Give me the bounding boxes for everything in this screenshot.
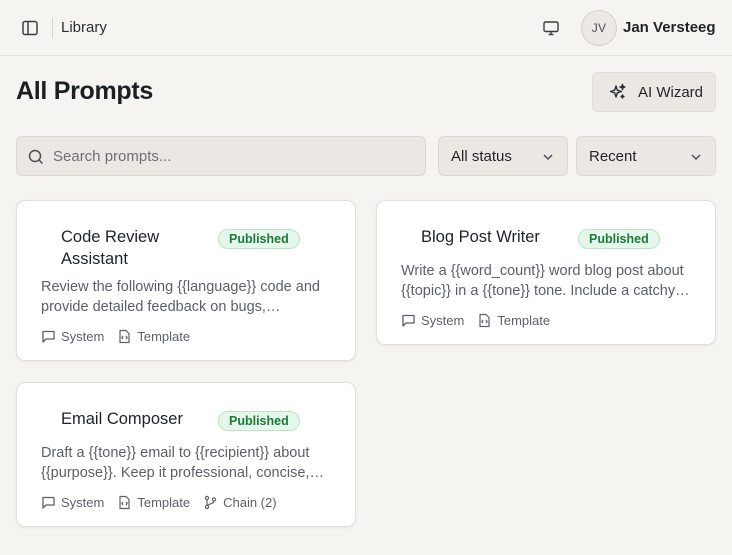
tag-system: System <box>41 329 104 344</box>
message-icon <box>402 314 415 327</box>
file-code-icon <box>119 495 130 510</box>
prompt-tags: System Template Chain (2) <box>41 495 290 510</box>
status-filter-select[interactable]: All status <box>438 136 568 176</box>
tag-label: Template <box>137 329 191 344</box>
prompt-card[interactable]: Blog Post Writer Published Write a {{wor… <box>376 200 716 345</box>
prompt-title: Email Composer <box>61 410 183 428</box>
file-code-icon <box>479 313 490 328</box>
prompt-description: Review the following {{language}} code a… <box>41 279 320 315</box>
breadcrumb-divider <box>52 18 53 38</box>
search-input[interactable] <box>53 137 413 175</box>
theme-toggle-button[interactable] <box>541 18 561 38</box>
ai-wizard-label: AI Wizard <box>638 84 704 101</box>
monitor-icon <box>543 21 559 36</box>
prompt-tags: System Template <box>401 313 563 328</box>
sort-select[interactable]: Recent <box>576 136 716 176</box>
tag-label: Template <box>137 495 191 510</box>
tag-label: Chain (2) <box>223 495 277 510</box>
prompt-description: Write a {{word_count}} word blog post ab… <box>401 263 684 299</box>
page-title: All Prompts <box>16 77 153 105</box>
chevron-down-icon <box>543 154 553 161</box>
status-badge: Published <box>218 229 300 249</box>
breadcrumb-library[interactable]: Library <box>61 19 107 36</box>
tag-system: System <box>401 313 464 328</box>
message-icon <box>42 496 55 509</box>
tag-label: System <box>61 329 105 344</box>
file-code-icon <box>119 329 130 344</box>
tag-label: System <box>421 313 465 328</box>
search-box <box>16 136 426 176</box>
sidebar-toggle-icon <box>22 20 38 36</box>
tag-label: Template <box>497 313 551 328</box>
tag-template: Template <box>477 313 550 328</box>
status-badge: Published <box>578 229 660 249</box>
search-icon <box>28 149 44 165</box>
prompt-tags: System Template <box>41 329 203 344</box>
status-badge: Published <box>218 411 300 431</box>
top-bar: Library JV Jan Versteeg <box>0 0 732 56</box>
message-icon <box>42 330 55 343</box>
tag-template: Template <box>117 329 190 344</box>
prompt-title: Blog Post Writer <box>421 228 540 246</box>
tag-label: System <box>61 495 105 510</box>
user-avatar[interactable]: JV <box>581 10 617 46</box>
tag-chain: Chain (2) <box>203 495 277 510</box>
tag-template: Template <box>117 495 190 510</box>
prompt-card[interactable]: Code Review Assistant Published Review t… <box>16 200 356 361</box>
prompt-title: Code Review Assistant <box>61 228 160 268</box>
status-filter-value: All status <box>451 148 512 165</box>
sparkles-icon <box>609 83 626 99</box>
git-branch-icon <box>204 495 217 510</box>
sort-value: Recent <box>589 148 637 165</box>
prompt-description: Draft a {{tone}} email to {{recipient}} … <box>41 445 310 481</box>
tag-system: System <box>41 495 104 510</box>
prompt-card[interactable]: Email Composer Published Draft a {{tone}… <box>16 382 356 527</box>
sidebar-toggle-button[interactable] <box>20 18 40 38</box>
ai-wizard-button[interactable]: AI Wizard <box>592 72 716 112</box>
chevron-down-icon <box>691 154 701 161</box>
user-name[interactable]: Jan Versteeg <box>623 19 716 36</box>
